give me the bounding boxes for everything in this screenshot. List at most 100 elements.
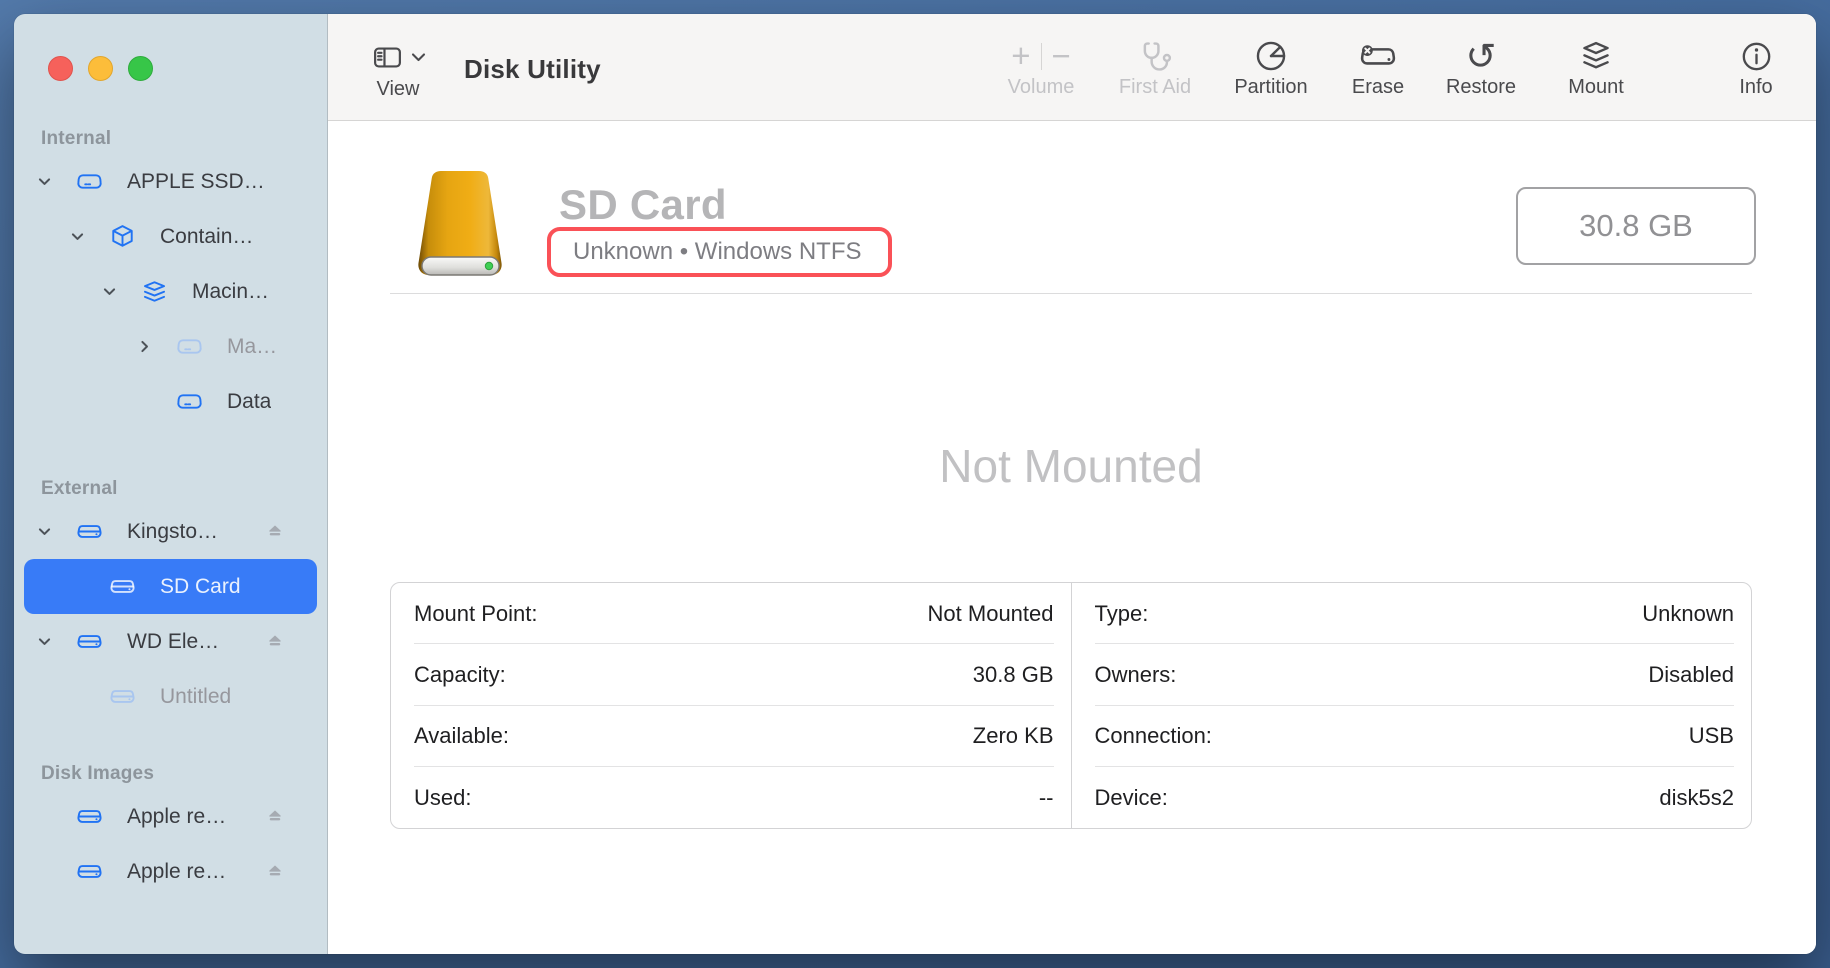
window-title: Disk Utility (464, 54, 601, 85)
volume-button[interactable]: +−Volume (981, 14, 1101, 121)
detail-row-mount-point: Mount Point: Not Mounted (391, 583, 1071, 644)
toolbar-button-label: Mount (1568, 76, 1624, 99)
sidebar-item-label: Apple re… (127, 805, 226, 829)
sidebar-item-label: Contain… (160, 225, 253, 249)
detail-value: -- (1039, 785, 1054, 811)
eject-button[interactable] (266, 633, 284, 651)
sidebar-section-header-external: External (14, 474, 327, 504)
sidebar-item-contain[interactable]: Contain… (24, 209, 317, 264)
toolbar: View Disk Utility +−Volume First Aid Par… (328, 14, 1816, 121)
sidebar-item-label: Kingsto… (127, 520, 218, 544)
detail-value: 30.8 GB (973, 662, 1054, 688)
chevron-right-icon[interactable] (135, 338, 153, 356)
sidebar-item-data[interactable]: Data (24, 374, 317, 429)
chevron-down-icon[interactable] (35, 523, 53, 541)
sidebar-item-kingsto[interactable]: Kingsto… (24, 504, 317, 559)
eject-button[interactable] (266, 863, 284, 881)
sidebar-item-sd-card[interactable]: SD Card (24, 559, 317, 614)
external-drive-icon (75, 518, 103, 546)
pie-chart-icon (1253, 36, 1289, 76)
internal-drive-icon (175, 333, 203, 361)
detail-value: USB (1689, 723, 1734, 749)
volume-title: SD Card (559, 181, 727, 229)
detail-label: Mount Point: (414, 601, 538, 627)
toolbar-button-label: Erase (1352, 76, 1404, 99)
chevron-down-icon (411, 52, 426, 63)
sidebar-item-macin[interactable]: Macin… (24, 264, 317, 319)
restore-button[interactable]: ↺Restore (1421, 14, 1541, 121)
volume-stack-icon (140, 278, 168, 306)
internal-drive-icon (75, 168, 103, 196)
capacity-badge: 30.8 GB (1516, 187, 1756, 265)
internal-drive-icon (175, 388, 203, 416)
partition-button[interactable]: Partition (1211, 14, 1331, 121)
content-area: View Disk Utility +−Volume First Aid Par… (328, 14, 1816, 954)
chevron-down-icon[interactable] (100, 283, 118, 301)
detail-value: Disabled (1648, 662, 1734, 688)
detail-row-device: Device: disk5s2 (1072, 767, 1752, 828)
sidebar-item-apple-re[interactable]: Apple re… (24, 844, 317, 899)
sidebar-panel-icon (371, 41, 404, 74)
erase-button[interactable]: Erase (1318, 14, 1438, 121)
chevron-down-icon[interactable] (68, 228, 86, 246)
detail-value: Unknown (1642, 601, 1734, 627)
disk-utility-window: Internal APPLE SSD… Contain… Macin… Ma… … (14, 14, 1816, 954)
sidebar-item-label: APPLE SSD… (127, 170, 265, 194)
external-drive-icon (108, 573, 136, 601)
eject-button[interactable] (266, 523, 284, 541)
detail-row-type: Type: Unknown (1072, 583, 1752, 644)
detail-label: Capacity: (414, 662, 506, 688)
detail-label: Device: (1095, 785, 1168, 811)
detail-value: disk5s2 (1659, 785, 1734, 811)
detail-row-owners: Owners: Disabled (1072, 644, 1752, 705)
detail-row-used: Used:-- (391, 767, 1071, 828)
main-panel: SD Card Unknown • Windows NTFS 30.8 GB N… (328, 121, 1816, 954)
container-icon (108, 223, 136, 251)
detail-label: Available: (414, 723, 509, 749)
device-tree: Internal APPLE SSD… Contain… Macin… Ma… … (14, 14, 327, 954)
detail-row-capacity: Capacity: 30.8 GB (391, 644, 1071, 705)
detail-value: Zero KB (973, 723, 1054, 749)
first-aid-button[interactable]: First Aid (1095, 14, 1215, 121)
details-table: Mount Point: Not Mounted Capacity: 30.8 GB A… (390, 582, 1752, 829)
sidebar-item-label: Untitled (160, 685, 231, 709)
sidebar-item-label: Ma… (227, 335, 277, 359)
external-drive-icon (75, 858, 103, 886)
stethoscope-icon (1137, 36, 1174, 76)
sidebar-item-label: Apple re… (127, 860, 226, 884)
chevron-down-icon[interactable] (35, 633, 53, 651)
sidebar-section-header-internal: Internal (14, 124, 327, 154)
sidebar-item-untitled[interactable]: Untitled (24, 669, 317, 724)
mount-button[interactable]: Mount (1536, 14, 1656, 121)
view-button-label: View (377, 78, 420, 101)
volume-subtitle: Unknown • Windows NTFS (551, 238, 861, 266)
info-button[interactable]: Info (1696, 14, 1816, 121)
sidebar-item-wd-ele[interactable]: WD Ele… (24, 614, 317, 669)
sidebar-item-ma[interactable]: Ma… (24, 319, 317, 374)
chevron-down-icon[interactable] (35, 173, 53, 191)
header-divider (390, 293, 1752, 294)
detail-label: Owners: (1095, 662, 1177, 688)
annotation-highlight-box: Unknown • Windows NTFS (547, 227, 892, 277)
view-button[interactable]: View (353, 14, 443, 121)
desktop-background: Internal APPLE SSD… Contain… Macin… Ma… … (0, 0, 1830, 968)
detail-value: Not Mounted (928, 601, 1054, 627)
restore-arrow-icon: ↺ (1465, 36, 1496, 76)
external-drive-icon (108, 683, 136, 711)
mount-stack-icon (1578, 36, 1614, 76)
external-drive-icon (75, 628, 103, 656)
sidebar-item-apple-ssd[interactable]: APPLE SSD… (24, 154, 317, 209)
sidebar-item-apple-re[interactable]: Apple re… (24, 789, 317, 844)
plus-minus-icon: +− (1011, 36, 1071, 76)
orange-external-drive-icon (397, 167, 523, 285)
external-drive-icon (75, 803, 103, 831)
toolbar-button-label: Restore (1446, 76, 1516, 99)
sidebar-item-label: Data (227, 390, 271, 414)
eject-button[interactable] (266, 808, 284, 826)
sidebar-item-label: Macin… (192, 280, 269, 304)
toolbar-button-label: First Aid (1119, 76, 1191, 99)
info-circle-icon (1739, 36, 1774, 76)
toolbar-button-label: Volume (1008, 76, 1075, 99)
detail-row-connection: Connection:USB (1072, 706, 1752, 767)
detail-label: Type: (1095, 601, 1149, 627)
